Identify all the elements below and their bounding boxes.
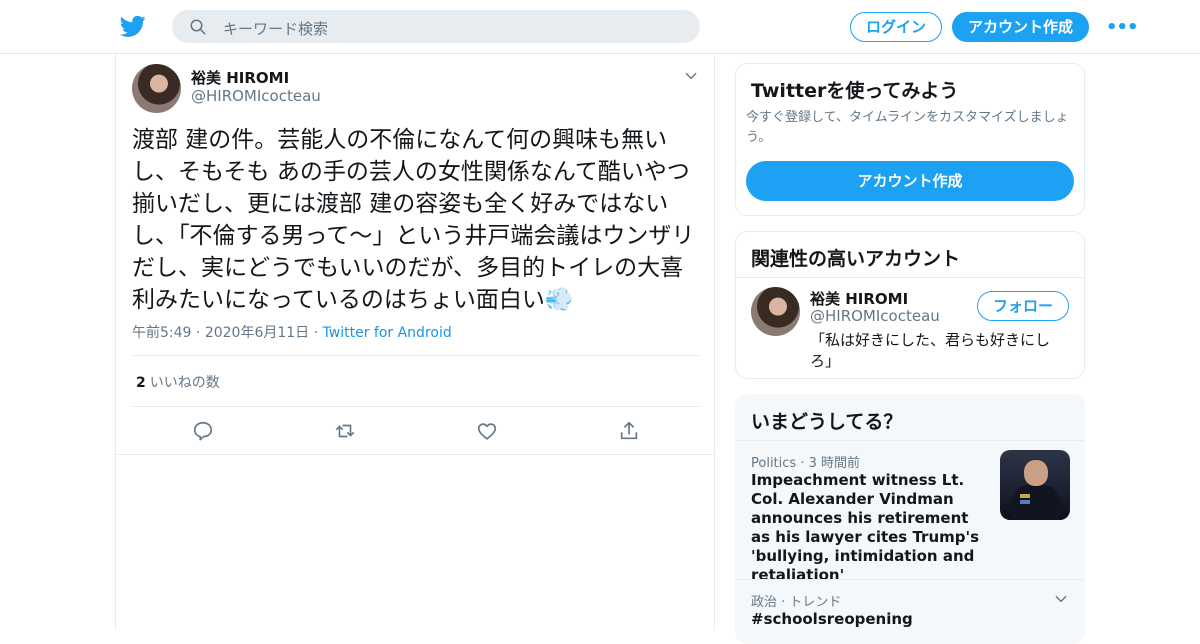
divider: [736, 579, 1084, 580]
card-title: 関連性の高いアカウント: [751, 248, 961, 270]
meta-separator: ·: [195, 325, 201, 341]
tweet-detail-column: 裕美 HIROMI @HIROMIcocteau 渡部 建の件。芸能人の不倫にな…: [115, 54, 715, 630]
search-input-placeholder[interactable]: キーワード検索: [223, 18, 328, 39]
trend-meta: Politics · 3 時間前: [751, 456, 860, 471]
card-title: いまどうしてる？: [751, 411, 903, 433]
chevron-down-icon[interactable]: [1054, 592, 1068, 606]
follow-button[interactable]: フォロー: [977, 291, 1069, 321]
tweet-timestamp: 午前5:49 · 2020年6月11日 · Twitter for Androi…: [132, 322, 452, 342]
divider: [116, 454, 714, 455]
likes-label: いいねの数: [149, 375, 220, 391]
signup-button[interactable]: アカウント作成: [952, 12, 1089, 42]
likes-count: 2: [136, 375, 146, 391]
account-name[interactable]: 裕美 HIROMI: [810, 288, 908, 309]
retweet-icon[interactable]: [334, 420, 356, 442]
top-navigation-bar: キーワード検索 ログイン アカウント作成 •••: [0, 0, 1200, 54]
divider: [736, 440, 1084, 441]
like-heart-icon[interactable]: [476, 420, 498, 442]
tweet-text: 渡部 建の件。芸能人の不倫になんて何の興味も無いし、そもそも あの手の芸人の女性…: [132, 127, 695, 313]
signup-prompt-card: Twitterを使ってみよう 今すぐ登録して、タイムラインをカスタマイズしましょ…: [735, 63, 1085, 216]
card-title: Twitterを使ってみよう: [751, 80, 959, 102]
meta-separator: ·: [313, 325, 319, 341]
avatar[interactable]: [751, 287, 800, 336]
trend-headline-link[interactable]: Impeachment witness Lt. Col. Alexander V…: [751, 471, 986, 585]
relevant-accounts-card: 関連性の高いアカウント 裕美 HIROMI @HIROMIcocteau フォロ…: [735, 231, 1085, 379]
whats-happening-card: いまどうしてる？ Politics · 3 時間前 Impeachment wi…: [735, 394, 1085, 644]
reply-icon[interactable]: [192, 420, 214, 442]
account-bio: 「私は好きにした、君らも好きにしろ」: [810, 331, 1051, 370]
account-handle[interactable]: @HIROMIcocteau: [810, 307, 940, 325]
twitter-bird-logo-icon[interactable]: [120, 13, 146, 39]
share-icon[interactable]: [618, 420, 640, 442]
tweet-source-link[interactable]: Twitter for Android: [323, 325, 452, 341]
author-handle[interactable]: @HIROMIcocteau: [191, 87, 321, 105]
trend-meta: 政治 · トレンド: [751, 595, 842, 610]
create-account-button[interactable]: アカウント作成: [746, 161, 1074, 201]
author-name[interactable]: 裕美 HIROMI: [191, 67, 289, 88]
avatar[interactable]: [132, 64, 181, 113]
divider: [132, 406, 700, 407]
login-button[interactable]: ログイン: [850, 12, 942, 42]
trend-hashtag-link[interactable]: #schoolsreopening: [751, 610, 913, 628]
search-icon: [190, 19, 206, 35]
more-options-icon[interactable]: •••: [1106, 17, 1139, 38]
divider: [132, 355, 700, 356]
divider: [736, 277, 1084, 278]
tweet-date[interactable]: 2020年6月11日: [205, 325, 309, 341]
news-thumbnail-image[interactable]: [1000, 450, 1070, 520]
likes-stat[interactable]: 2 いいねの数: [136, 372, 220, 392]
search-box[interactable]: キーワード検索: [172, 10, 700, 43]
card-description: 今すぐ登録して、タイムラインをカスタマイズしましょう。: [746, 110, 1069, 145]
tweet-time[interactable]: 午前5:49: [132, 325, 191, 341]
chevron-down-icon[interactable]: [684, 69, 698, 83]
